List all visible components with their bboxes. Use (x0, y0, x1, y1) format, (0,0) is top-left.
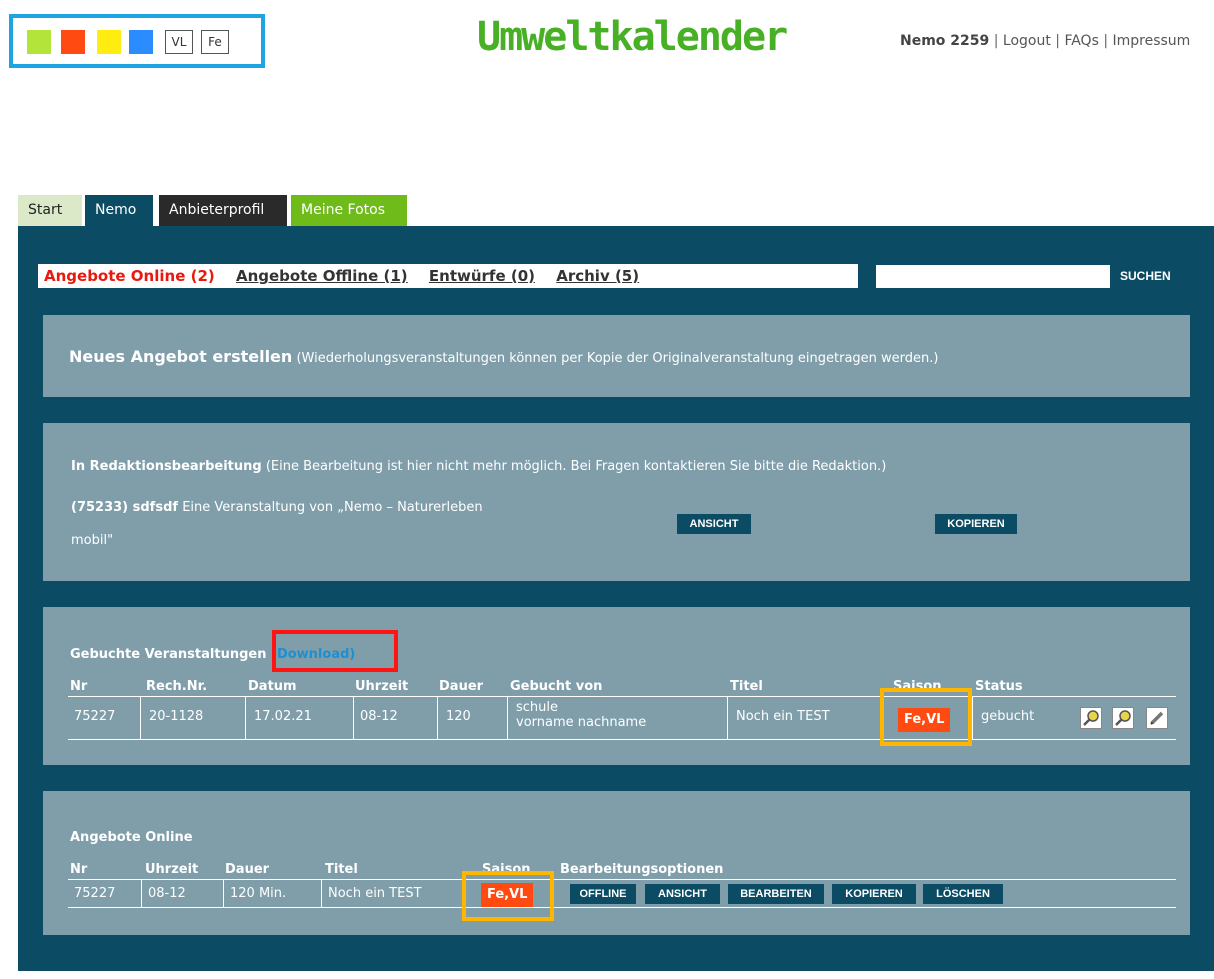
booked-von: schule vorname nachname (507, 697, 727, 739)
editorial-item-desc: Eine Veranstaltung von „Nemo – Naturerle… (182, 500, 483, 515)
editorial-item: (75233) sdfsdf Eine Veranstaltung von „N… (71, 500, 483, 515)
tab-meine-fotos[interactable]: Meine Fotos (291, 195, 407, 226)
filter-offline[interactable]: Angebote Offline (1) (236, 267, 408, 285)
booked-uhrzeit: 08-12 (353, 697, 398, 739)
online-nr: 75227 (74, 886, 116, 901)
col-nr: Nr (70, 679, 88, 694)
booked-von-line2: vorname nachname (516, 715, 647, 730)
color-legend: VL Fe (9, 14, 265, 68)
site-logo[interactable]: Umweltkalender (477, 12, 788, 62)
booked-nr: 75227 (74, 709, 116, 724)
tab-nemo[interactable]: Nemo (85, 195, 153, 226)
filter-archiv[interactable]: Archiv (5) (556, 267, 639, 285)
col-datum: Datum (248, 679, 297, 694)
new-offer-panel: Neues Angebot erstellen (Wiederholungsve… (43, 315, 1190, 397)
impressum-link[interactable]: Impressum (1113, 33, 1191, 49)
col-rechnr: Rech.Nr. (146, 679, 208, 694)
top-links: Nemo 2259 | Logout | FAQs | Impressum (900, 33, 1190, 49)
booked-title-text: Gebuchte Veranstaltungen (70, 647, 267, 662)
editorial-panel: In Redaktionsbearbeitung (Eine Bearbeitu… (43, 423, 1190, 581)
blue-swatch[interactable] (129, 30, 153, 54)
editorial-kopieren-button[interactable]: KOPIEREN (935, 514, 1017, 534)
online-title: Angebote Online (70, 830, 193, 845)
col-dauer: Dauer (225, 862, 270, 877)
editorial-ansicht-button[interactable]: ANSICHT (677, 514, 751, 534)
view-icon[interactable] (1080, 707, 1102, 729)
highlight-online-saison (462, 871, 554, 921)
yellow-swatch[interactable] (97, 30, 121, 54)
new-offer-text: Neues Angebot erstellen (Wiederholungsve… (69, 347, 938, 366)
search-detail-icon[interactable] (1112, 707, 1134, 729)
filter-online[interactable]: Angebote Online (2) (44, 267, 215, 285)
online-uhrzeit: 08-12 (141, 880, 186, 907)
bearbeiten-button[interactable]: BEARBEITEN (728, 884, 824, 904)
new-offer-note: (Wiederholungsveranstaltungen können per… (296, 351, 939, 366)
booked-rechnr: 20-1128 (140, 697, 203, 739)
filter-bar: Angebote Online (2) Angebote Offline (1)… (38, 264, 858, 288)
col-dauer: Dauer (439, 679, 484, 694)
booked-von-line1: schule (516, 700, 559, 715)
filter-entwuerfe[interactable]: Entwürfe (0) (429, 267, 535, 285)
lime-swatch[interactable] (27, 30, 51, 54)
table-divider (68, 739, 1176, 740)
fe-swatch[interactable]: Fe (201, 30, 229, 54)
loeschen-button[interactable]: LÖSCHEN (923, 884, 1003, 904)
separator: | (993, 33, 999, 49)
separator: | (1103, 33, 1109, 49)
logout-link[interactable]: Logout (1003, 33, 1051, 49)
faqs-link[interactable]: FAQs (1064, 33, 1098, 49)
vl-swatch[interactable]: VL (165, 30, 193, 54)
col-uhrzeit: Uhrzeit (355, 679, 409, 694)
red-swatch[interactable] (61, 30, 85, 54)
col-status: Status (975, 679, 1023, 694)
editorial-item-desc-cont: mobil" (71, 533, 114, 548)
ansicht-button[interactable]: ANSICHT (645, 884, 720, 904)
table-divider (68, 907, 1176, 908)
editorial-title: In Redaktionsbearbeitung (71, 459, 262, 474)
booked-titel: Noch ein TEST (727, 697, 830, 739)
tab-start[interactable]: Start (18, 195, 82, 226)
col-titel: Titel (730, 679, 763, 694)
editorial-heading: In Redaktionsbearbeitung (Eine Bearbeitu… (71, 459, 886, 474)
col-titel: Titel (325, 862, 358, 877)
separator: | (1055, 33, 1060, 49)
user-name: Nemo 2259 (900, 33, 990, 49)
online-titel: Noch ein TEST (321, 880, 422, 907)
edit-pencil-icon[interactable] (1146, 707, 1168, 729)
kopieren-button[interactable]: KOPIEREN (832, 884, 916, 904)
offline-button[interactable]: OFFLINE (570, 884, 636, 904)
booked-status: gebucht (972, 697, 1034, 739)
highlight-download (272, 630, 398, 672)
col-uhrzeit: Uhrzeit (145, 862, 199, 877)
booked-dauer: 120 (437, 697, 471, 739)
col-nr: Nr (70, 862, 88, 877)
tab-anbieterprofil[interactable]: Anbieterprofil (159, 195, 287, 226)
highlight-booked-saison (880, 688, 972, 746)
new-offer-link[interactable]: Neues Angebot erstellen (69, 347, 292, 366)
col-bearbeitungsoptionen: Bearbeitungsoptionen (560, 862, 724, 877)
search-input[interactable] (876, 265, 1110, 288)
online-dauer: 120 Min. (223, 880, 286, 907)
booked-datum: 17.02.21 (245, 697, 312, 739)
editorial-note: (Eine Bearbeitung ist hier nicht mehr mö… (265, 459, 887, 474)
search-button[interactable]: SUCHEN (1120, 265, 1190, 288)
col-gebucht-von: Gebucht von (510, 679, 603, 694)
editorial-item-id: (75233) sdfsdf (71, 500, 179, 515)
